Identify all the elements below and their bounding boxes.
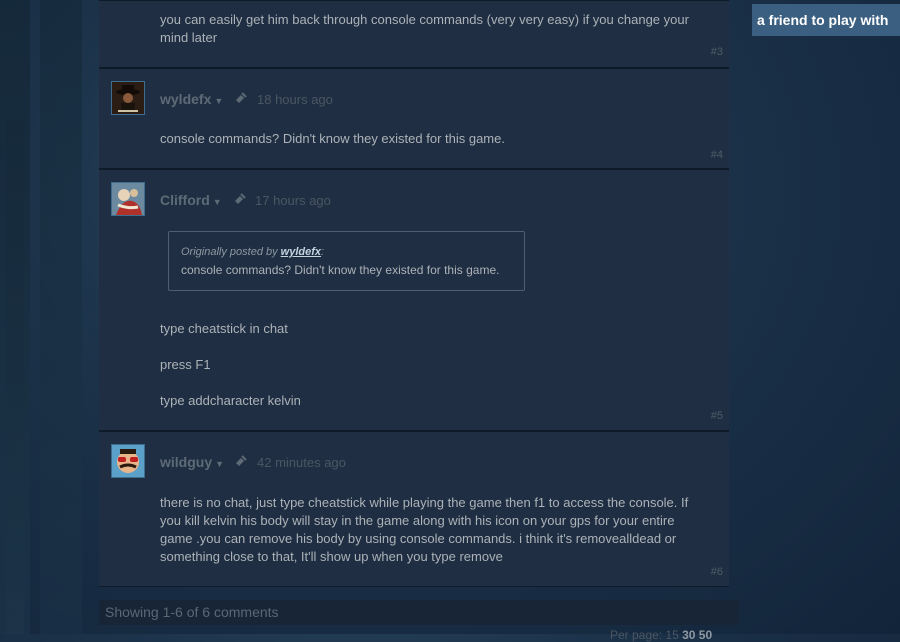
comment-line: there is no chat, just type cheatstick w…	[160, 495, 689, 510]
quote-block: Originally posted by wyldefx: console co…	[168, 231, 525, 291]
comment-line: type cheatstick in chat	[160, 321, 288, 336]
chevron-down-icon[interactable]: ▼	[213, 197, 222, 207]
comment-body: console commands? Didn't know they exist…	[160, 130, 715, 148]
comment-number[interactable]: #4	[711, 149, 723, 161]
comment-line: you can easily get him back through cons…	[160, 12, 689, 27]
post-status-icon	[236, 92, 247, 103]
background-tree	[6, 120, 24, 634]
comment-line: console commands? Didn't know they exist…	[160, 131, 505, 146]
per-page-selector: Per page: 15 30 50	[610, 628, 712, 642]
painting-avatar-icon	[112, 183, 144, 215]
comment-line: press F1	[160, 357, 211, 372]
invite-friend-button[interactable]: a friend to play with	[752, 4, 900, 36]
avatar[interactable]	[111, 444, 145, 478]
comment-number[interactable]: #5	[711, 410, 723, 422]
per-page-option-30[interactable]: 30	[682, 628, 695, 642]
comment-number[interactable]: #3	[711, 46, 723, 58]
comment-author[interactable]: Clifford ▼	[160, 192, 222, 208]
avatar[interactable]	[111, 81, 145, 115]
comment-line: something close to that, It'll show up w…	[160, 549, 503, 564]
post-status-icon	[235, 193, 246, 204]
quote-text: console commands? Didn't know they exist…	[181, 263, 500, 277]
comment-number[interactable]: #6	[711, 566, 723, 578]
per-page-label: Per page:	[610, 628, 663, 642]
comment-4: wyldefx ▼ 18 hours ago console commands? …	[99, 68, 729, 168]
per-page-option-15[interactable]: 15	[665, 628, 678, 642]
cartoon-face-avatar-icon	[112, 445, 144, 477]
comment-timestamp: 17 hours ago	[255, 193, 331, 208]
quote-suffix: :	[321, 246, 325, 258]
comment-author[interactable]: wyldefx ▼	[160, 91, 223, 107]
chevron-down-icon[interactable]: ▼	[215, 459, 224, 469]
comment-line: type addcharacter kelvin	[160, 393, 301, 408]
comment-body: you can easily get him back through cons…	[160, 11, 715, 47]
comment-timestamp: 18 hours ago	[257, 92, 333, 107]
comment-line: mind later	[160, 30, 218, 45]
per-page-option-50[interactable]: 50	[699, 628, 712, 642]
comment-line: game .you can remove his body by using c…	[160, 531, 677, 546]
comment-line: you kill kelvin his body will stay in th…	[160, 513, 675, 528]
comment-6: wildguy ▼ 42 minutes ago there is no chat…	[99, 431, 729, 586]
comment-author[interactable]: wildguy ▼	[160, 454, 224, 470]
background-tree	[40, 0, 82, 634]
comment-5: Clifford ▼ 17 hours ago Originally posted…	[99, 169, 729, 430]
quote-header: Originally posted by wyldefx:	[181, 246, 324, 258]
quote-prefix: Originally posted by	[181, 246, 278, 258]
post-status-icon	[236, 455, 247, 466]
avatar[interactable]	[111, 182, 145, 216]
comment-body: there is no chat, just type cheatstick w…	[160, 494, 715, 566]
cowboy-avatar-icon	[112, 82, 144, 114]
quote-author-link[interactable]: wyldefx	[281, 246, 321, 258]
comment-body: type cheatstick in chat press F1 type ad…	[160, 320, 715, 410]
chevron-down-icon[interactable]: ▼	[214, 96, 223, 106]
comment-3: you can easily get him back through cons…	[99, 0, 729, 67]
comment-count: Showing 1-6 of 6 comments	[99, 600, 739, 625]
comment-timestamp: 42 minutes ago	[257, 455, 346, 470]
